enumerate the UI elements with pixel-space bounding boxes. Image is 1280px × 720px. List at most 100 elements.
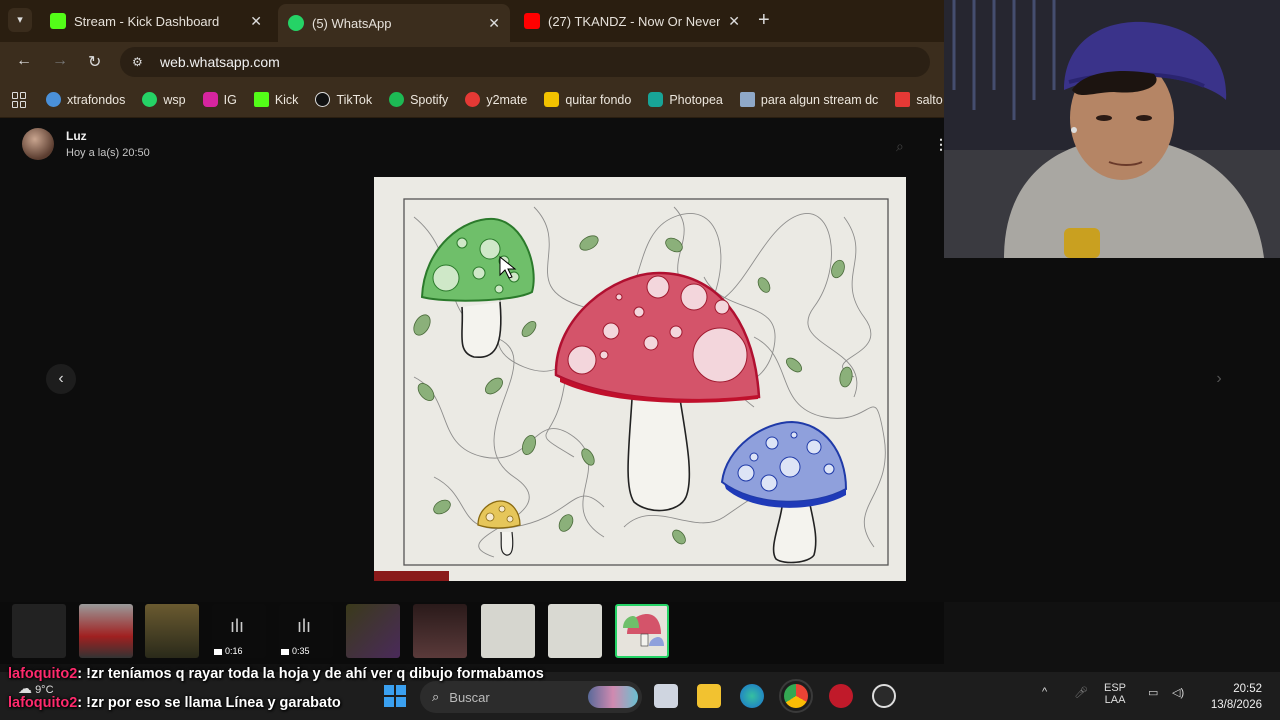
media-thumbnail[interactable] [145,604,199,658]
sender-time: Hoy a la(s) 20:50 [66,147,150,159]
video-duration: 0:35 [281,646,310,656]
tab-title: (27) TKANDZ - Now Or Never (I [548,13,721,29]
url-text: web.whatsapp.com [160,54,280,70]
whatsapp-icon [142,92,158,107]
streamer-webcam [944,0,1280,258]
chat-username: lafoquito2 [8,666,78,682]
page-icon [739,92,755,107]
forward-icon[interactable]: → [52,52,68,70]
chat-message: lafoquito2: !zr por eso se llama Línea y… [8,695,341,711]
bookmark-salto[interactable]: salto [895,92,943,107]
spotify-icon [389,92,405,107]
bookmark-y2mate[interactable]: y2mate [465,92,527,107]
close-icon[interactable]: ✕ [250,13,262,30]
chat-text: : !zr por eso se llama Línea y garabato [77,695,341,711]
bookmark-label: quitar fondo [565,92,632,107]
reload-icon[interactable]: ↻ [88,52,101,72]
media-image [374,177,906,581]
youtube-icon [524,13,540,29]
bookmark-label: y2mate [486,92,528,107]
bookmark-wsp[interactable]: wsp [142,92,186,107]
close-icon[interactable]: ✕ [488,15,500,32]
media-thumbnail[interactable] [79,604,133,658]
bookmark-label: TikTok [336,92,373,107]
microphone-icon[interactable]: 🎤︎ [1074,686,1088,699]
keyboard-layout: LAA [1104,694,1126,706]
salto-icon [895,92,911,107]
chat-message: lafoquito2: !zr teníamos q rayar toda la… [8,666,544,682]
sender-info[interactable]: Luz Hoy a la(s) 20:50 [22,128,150,160]
audio-wave-icon: ılı [230,616,245,636]
next-media-button[interactable]: › [1204,364,1234,394]
media-thumbnail-audio[interactable]: ılı 0:16 [212,604,266,658]
bookmark-label: para algun stream dc [760,92,879,107]
network-icon[interactable]: ▭ [1148,686,1158,699]
browser-toolbar: ← → ↻ ⚙ web.whatsapp.com [0,42,944,82]
file-explorer-icon[interactable] [697,684,721,708]
volume-icon[interactable]: ◁) [1172,686,1184,699]
search-placeholder: Buscar [449,689,490,705]
media-thumbnail[interactable] [346,604,400,658]
bookmark-photopea[interactable]: Photopea [648,92,723,107]
apps-grid-icon[interactable] [12,91,26,108]
search-icon: ⌕ [432,689,440,704]
chat-username: lafoquito2 [8,695,78,711]
bookmark-para-algun-stream[interactable]: para algun stream dc [739,92,879,107]
clock-date: 13/8/2026 [1210,699,1262,711]
previous-media-button[interactable]: ‹ [46,364,76,394]
chevron-left-icon: ‹ [58,370,64,387]
edge-icon[interactable] [740,684,764,708]
media-thumbnail-selected[interactable] [615,604,669,658]
media-thumbnail[interactable] [481,604,535,658]
tab-youtube[interactable]: (27) TKANDZ - Now Or Never (I ✕ [514,6,750,36]
app-icon[interactable] [872,684,896,708]
kick-icon [253,92,269,107]
bookmark-quitar-fondo[interactable]: quitar fondo [544,92,631,107]
taskbar-clock[interactable]: 20:52 13/8/2026 [1196,681,1262,713]
mushroom-thumbnail [623,614,664,647]
tiktok-icon [315,92,331,107]
app-icon[interactable] [829,684,853,708]
eye-icon [46,92,61,107]
media-thumbnail-strip: ılı 0:16 ılı 0:35 [0,602,944,664]
close-icon[interactable]: ✕ [728,13,740,30]
clock-time: 20:52 [1233,683,1262,695]
kick-icon [50,13,66,29]
bookmark-kick[interactable]: Kick [253,92,298,107]
back-icon[interactable]: ← [16,52,32,70]
chat-text: : !zr teníamos q rayar toda la hoja y de… [77,666,544,682]
sender-name: Luz [66,129,87,143]
y2mate-icon [465,92,481,107]
tab-kick-dashboard[interactable]: Stream - Kick Dashboard ✕ [40,6,272,36]
zoom-icon[interactable]: ⌕ [896,138,904,155]
taskbar-search[interactable]: ⌕ Buscar [420,681,642,713]
cloud-icon: ☁ [18,680,32,696]
webcam-overlay [944,0,1280,258]
bookmark-tiktok[interactable]: TikTok [315,92,372,107]
media-thumbnail[interactable] [12,604,66,658]
chevron-right-icon: › [1216,370,1222,387]
whatsapp-icon [288,15,304,31]
chevron-up-icon[interactable]: ^ [1042,686,1047,698]
media-thumbnail[interactable] [413,604,467,658]
tab-search-icon[interactable]: ▾ [8,8,32,32]
new-tab-icon[interactable]: + [758,9,770,32]
site-settings-icon[interactable]: ⚙ [132,55,148,69]
media-thumbnail-audio[interactable]: ılı 0:35 [279,604,333,658]
tab-whatsapp[interactable]: (5) WhatsApp ✕ [278,4,510,42]
language-indicator[interactable]: ESP LAA [1104,682,1126,706]
bookmark-label: salto [916,92,943,107]
address-bar[interactable]: ⚙ web.whatsapp.com [120,47,930,77]
chrome-icon[interactable] [779,679,813,713]
bookmark-ig[interactable]: IG [202,92,237,107]
task-view-icon[interactable] [654,684,678,708]
language-code: ESP [1104,682,1127,694]
bookmark-spotify[interactable]: Spotify [389,92,448,107]
windows-start-icon[interactable] [384,685,406,707]
bookmark-label: Spotify [410,92,449,107]
instagram-icon [202,92,218,107]
bookmark-xtrafondos[interactable]: xtrafondos [46,92,125,107]
media-thumbnail[interactable] [548,604,602,658]
browser-tab-bar: ▾ Stream - Kick Dashboard ✕ (5) WhatsApp… [0,0,944,42]
bookmarks-bar: xtrafondos wsp IG Kick TikTok Spotify y2… [0,82,944,118]
